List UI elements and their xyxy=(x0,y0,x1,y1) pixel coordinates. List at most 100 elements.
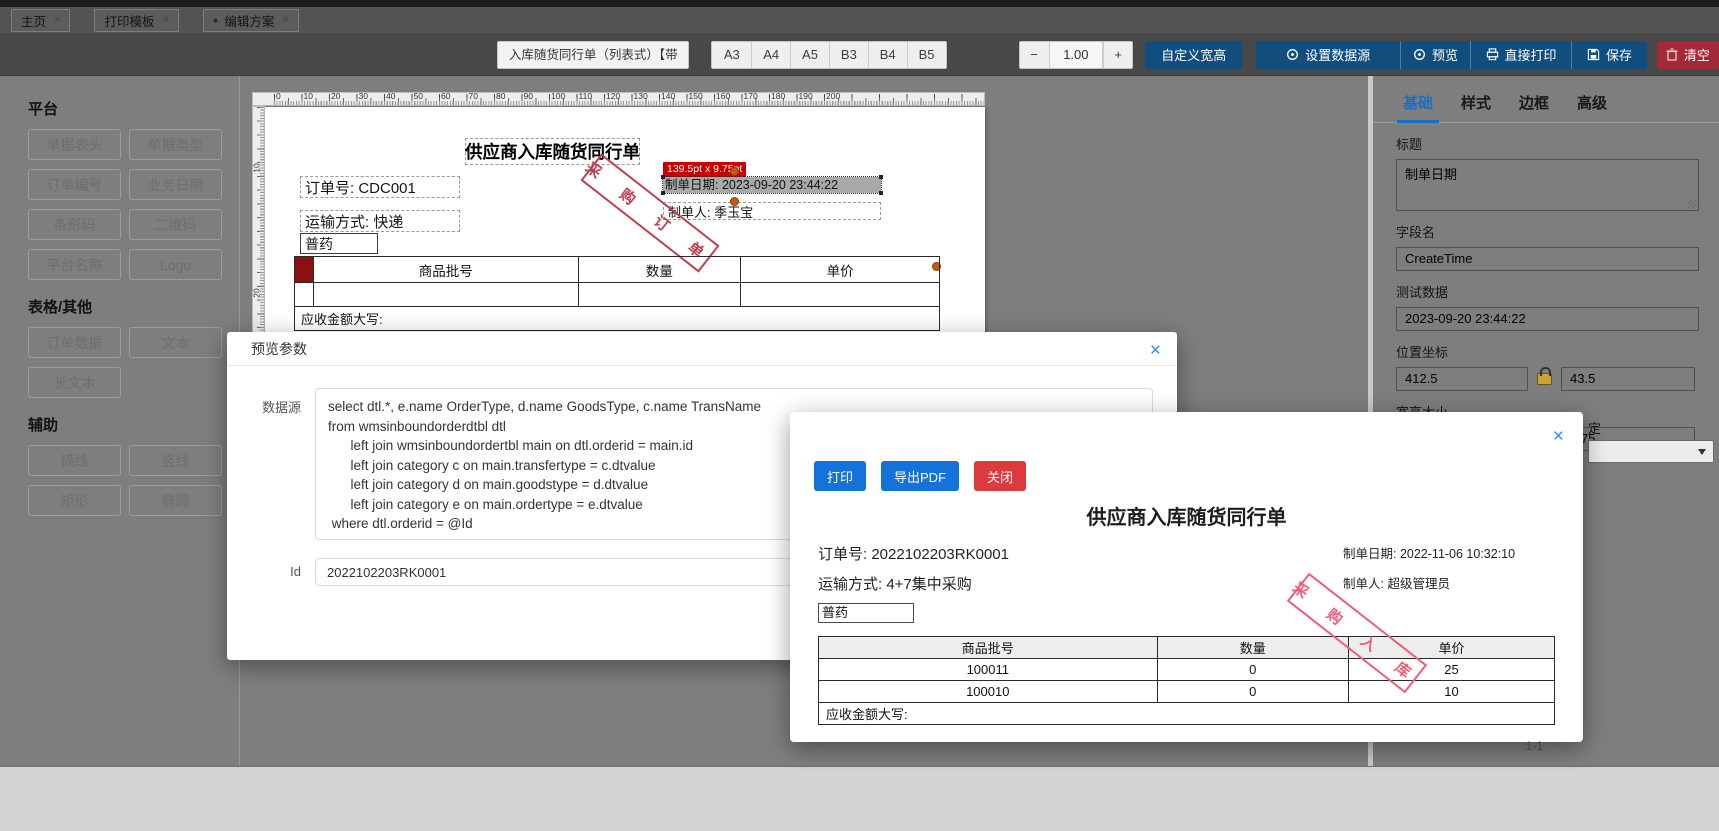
field-name-input[interactable]: CreateTime xyxy=(1396,247,1699,271)
test-data-input[interactable]: 2023-09-20 23:44:22 xyxy=(1396,307,1699,331)
sidebar-item-文本[interactable]: 文本 xyxy=(129,327,222,358)
table-header-商品批号[interactable]: 商品批号 xyxy=(312,256,579,283)
preview-table-header-row: 商品批号 数量 单价 xyxy=(818,636,1556,659)
tab-close-icon[interactable]: × xyxy=(282,14,288,26)
ruler-number: 20 xyxy=(251,288,262,298)
canvas-data-table[interactable]: 商品批号 数量 单价应收金额大写: xyxy=(294,256,940,331)
sidebar-item-椭圆[interactable]: 椭圆 xyxy=(129,485,222,516)
paper-size-B3[interactable]: B3 xyxy=(828,41,868,68)
table-empty-cell[interactable] xyxy=(294,282,314,307)
preview-order-no: 订单号: 2022102203RK0001 xyxy=(818,546,1009,563)
preview-cell: 100011 xyxy=(818,658,1158,681)
eye-icon xyxy=(1287,49,1299,60)
table-empty-cell[interactable] xyxy=(312,282,579,307)
selection-handle[interactable] xyxy=(661,175,665,179)
preview-table-row: 100011 0 25 xyxy=(818,658,1556,681)
preview-button[interactable]: 预览 xyxy=(1400,40,1471,69)
sidebar-item-矩形[interactable]: 矩形 xyxy=(28,485,121,516)
sidebar-item-二维码[interactable]: 二维码 xyxy=(129,209,222,240)
tab-close-icon[interactable]: × xyxy=(54,14,60,26)
sidebar-item-Logo[interactable]: Logo xyxy=(129,249,222,280)
clear-button[interactable]: 清空 xyxy=(1656,40,1719,69)
property-tab-高级[interactable]: 高级 xyxy=(1577,92,1607,113)
table-footer-row[interactable]: 应收金额大写: xyxy=(294,306,940,331)
sidebar-item-横线[interactable]: 横线 xyxy=(28,445,121,476)
close-button[interactable]: 关闭 xyxy=(974,461,1027,491)
paper-size-A4[interactable]: A4 xyxy=(751,41,790,68)
title-field-textarea[interactable]: 制单日期 xyxy=(1396,159,1699,211)
sidebar-item-业务日期[interactable]: 业务日期 xyxy=(129,169,222,200)
tab-编辑方案[interactable]: ● 编辑方案 × xyxy=(202,8,299,32)
table-empty-row[interactable] xyxy=(294,282,940,307)
close-icon[interactable]: × xyxy=(1553,427,1564,446)
property-tab-样式[interactable]: 样式 xyxy=(1461,92,1491,113)
table-empty-cell[interactable] xyxy=(740,282,940,307)
position-y-input[interactable]: 43.5 xyxy=(1561,367,1695,391)
canvas-order-no-element[interactable]: 订单号: CDC001 xyxy=(300,176,460,198)
table-marker-cell[interactable] xyxy=(294,256,314,283)
tab-close-icon[interactable]: × xyxy=(162,14,168,26)
eye-icon xyxy=(1414,49,1426,60)
toolbar: 入库随货同行单（列表式）【带 A3 A4 A5 B3 B4 B5 − 1.00 + 自定义… xyxy=(0,34,1719,76)
sidebar-section-title: 表格/其他 xyxy=(28,299,93,316)
paper-size-A3[interactable]: A3 xyxy=(712,42,751,68)
partially-hidden-select[interactable] xyxy=(1588,440,1714,463)
sidebar-item-单据类型[interactable]: 单据类型 xyxy=(129,129,222,160)
table-header-数量[interactable]: 数量 xyxy=(577,256,742,283)
table-header-单价[interactable]: 单价 xyxy=(740,256,940,283)
sidebar-item-订单数据[interactable]: 订单数据 xyxy=(28,327,121,358)
anchor-dot[interactable] xyxy=(730,197,739,206)
preview-table-row: 100010 0 10 xyxy=(818,680,1556,703)
ruler-number: 160 xyxy=(716,91,731,101)
tab-label: 编辑方案 xyxy=(224,14,275,29)
partially-hidden-label: 定 xyxy=(1588,421,1602,436)
save-button[interactable]: 保存 xyxy=(1571,40,1647,69)
export-pdf-button[interactable]: 导出PDF xyxy=(881,461,960,491)
zoom-value[interactable]: 1.00 xyxy=(1048,41,1104,68)
lock-icon[interactable] xyxy=(1537,367,1552,385)
property-tab-边框[interactable]: 边框 xyxy=(1519,92,1549,113)
preview-cell: 10 xyxy=(1347,680,1556,703)
selection-handle[interactable] xyxy=(879,191,883,195)
preview-maker: 制单人: 超级管理员 xyxy=(1343,577,1450,591)
tab-主页[interactable]: 主页 × xyxy=(11,8,71,32)
sidebar-item-平台名称[interactable]: 平台名称 xyxy=(28,249,121,280)
paper-size-B4[interactable]: B4 xyxy=(867,41,907,68)
position-x-input[interactable]: 412.5 xyxy=(1396,367,1528,391)
print-button[interactable]: 打印 xyxy=(814,461,867,491)
preview-doc-title: 供应商入库随货同行单 xyxy=(1086,507,1287,529)
property-tab-基础[interactable]: 基础 xyxy=(1396,92,1440,123)
canvas-drug-type-element[interactable]: 普药 xyxy=(300,233,378,254)
sidebar-item-长文本[interactable]: 长文本 xyxy=(28,367,121,398)
action-button-group: 设置数据源 预览 直接打印 保存 xyxy=(1256,40,1647,69)
selection-handle[interactable] xyxy=(879,175,883,179)
direct-print-button[interactable]: 直接打印 xyxy=(1470,40,1572,69)
save-icon xyxy=(1587,48,1600,61)
sidebar-item-单据表头[interactable]: 单据表头 xyxy=(28,129,121,160)
sidebar-item-条形码[interactable]: 条形码 xyxy=(28,209,121,240)
ruler-number: 0 xyxy=(276,91,281,101)
paper-size-B5[interactable]: B5 xyxy=(906,41,946,68)
paper-size-A5[interactable]: A5 xyxy=(790,41,829,68)
table-footer-cell[interactable]: 应收金额大写: xyxy=(294,306,940,331)
table-empty-cell[interactable] xyxy=(577,282,742,307)
preview-cell: 100010 xyxy=(818,680,1158,703)
canvas-date-element-selected[interactable]: 制单日期: 2023-09-20 23:44:22 xyxy=(661,175,883,195)
zoom-in-button[interactable]: + xyxy=(1103,41,1132,68)
tab-bar: 主页 × 打印模板 × ● 编辑方案 × xyxy=(0,7,1719,34)
template-name-field[interactable]: 入库随货同行单（列表式）【带 xyxy=(497,40,690,69)
anchor-dot[interactable] xyxy=(730,167,739,176)
canvas-doc-title-element[interactable]: 供应商入库随货同行单 xyxy=(465,138,640,165)
custom-size-button[interactable]: 自定义宽高 xyxy=(1145,40,1243,69)
close-icon[interactable]: × xyxy=(1150,341,1161,360)
sidebar-item-订单编号[interactable]: 订单编号 xyxy=(28,169,121,200)
position-label: 位置坐标 xyxy=(1396,345,1449,360)
ruler-number: 150 xyxy=(688,91,703,101)
canvas-maker-element[interactable]: 制单人: 季玉宝 xyxy=(663,202,881,220)
tab-打印模板[interactable]: 打印模板 × xyxy=(94,8,179,32)
canvas-transport-element[interactable]: 运输方式: 快递 xyxy=(300,210,460,232)
sidebar-item-竖线[interactable]: 竖线 xyxy=(129,445,222,476)
set-datasource-button[interactable]: 设置数据源 xyxy=(1256,40,1401,69)
zoom-out-button[interactable]: − xyxy=(1020,42,1049,68)
selection-handle[interactable] xyxy=(661,191,665,195)
